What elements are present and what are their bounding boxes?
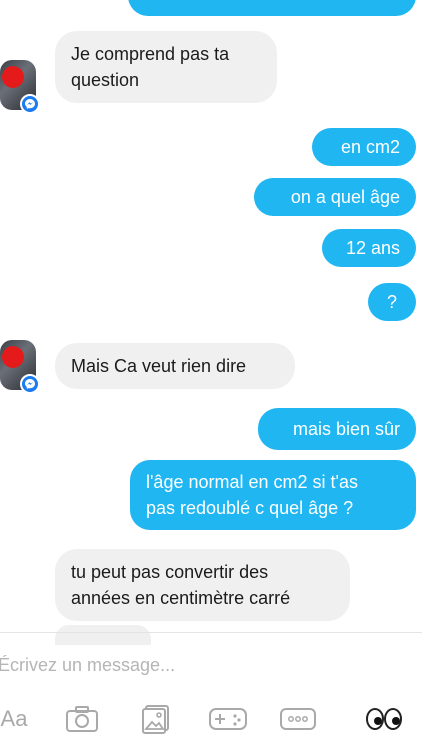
incoming-message: Mais Ca veut rien dire: [55, 343, 295, 389]
redaction-mark: [2, 66, 24, 88]
camera-icon: [66, 706, 98, 732]
text-format-button[interactable]: Aa: [0, 701, 32, 737]
outgoing-message: mais bien sûr: [258, 408, 416, 450]
incoming-message: Je comprend pas ta question: [55, 31, 277, 103]
game-controller-icon: [209, 708, 247, 730]
game-button[interactable]: [206, 701, 250, 737]
camera-button[interactable]: [62, 701, 102, 737]
messenger-badge-icon: [20, 374, 40, 394]
incoming-message-partial: [55, 625, 151, 645]
outgoing-message: l'âge normal en cm2 si t'as pas redoublé…: [130, 460, 416, 530]
more-icon: [280, 708, 316, 730]
message-input-placeholder: Écrivez un message...: [0, 655, 176, 675]
messenger-badge-icon: [20, 94, 40, 114]
text-format-label: Aa: [0, 706, 28, 731]
eyes-emoji-icon: [366, 708, 402, 730]
gallery-icon: [142, 705, 169, 734]
incoming-message: tu peut pas convertir des années en cent…: [55, 549, 350, 621]
redaction-mark: [2, 346, 24, 368]
outgoing-message: on a quel âge: [254, 178, 416, 216]
message-bubble-partial: [128, 0, 416, 16]
avatar[interactable]: [0, 340, 40, 394]
outgoing-message: ?: [368, 283, 416, 321]
gallery-button[interactable]: [136, 701, 176, 737]
composer-divider: [0, 632, 422, 633]
more-button[interactable]: [278, 701, 318, 737]
composer-toolbar: Aa: [0, 695, 422, 745]
message-input[interactable]: Écrivez un message...: [0, 647, 422, 687]
outgoing-message: 12 ans: [322, 229, 416, 267]
eyes-emoji-button[interactable]: [362, 701, 406, 737]
outgoing-message: en cm2: [312, 128, 416, 166]
avatar[interactable]: [0, 60, 40, 114]
